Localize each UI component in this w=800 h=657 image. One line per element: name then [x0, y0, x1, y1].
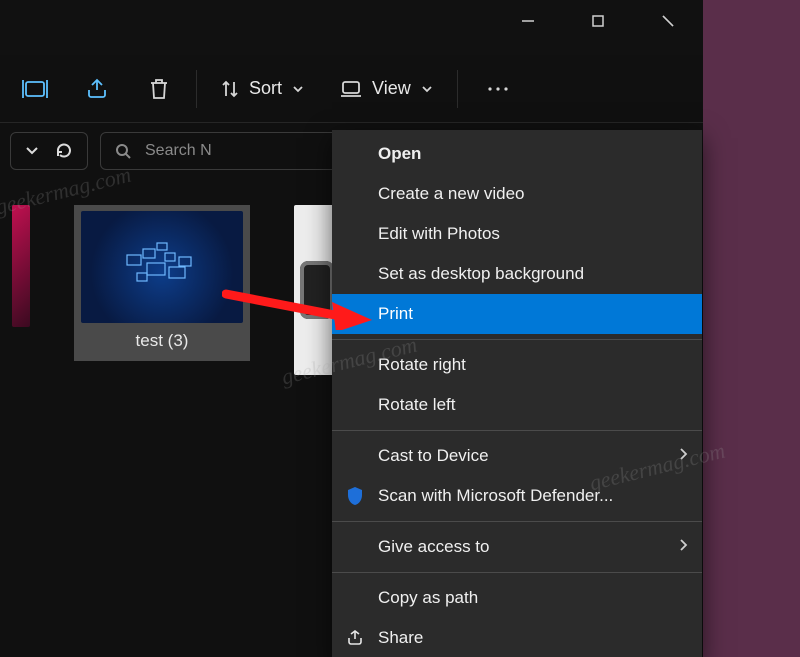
thumbnail-partial-left[interactable]: [12, 205, 30, 327]
context-menu: Open Create a new video Edit with Photos…: [332, 130, 702, 657]
refresh-icon[interactable]: [55, 142, 73, 160]
window-titlebar: [0, 0, 703, 55]
more-button[interactable]: [466, 65, 530, 113]
toolbar: Sort View: [0, 55, 703, 123]
maximize-button[interactable]: [563, 0, 633, 42]
menu-create-video[interactable]: Create a new video: [332, 174, 702, 214]
menu-give-access[interactable]: Give access to: [332, 527, 702, 567]
menu-cast[interactable]: Cast to Device: [332, 436, 702, 476]
search-icon: [115, 143, 131, 159]
thumbnail-label: test (3): [136, 331, 189, 351]
watch-icon: [300, 261, 334, 319]
menu-print[interactable]: Print: [332, 294, 702, 334]
chevron-right-icon: [679, 446, 688, 466]
menu-separator: [332, 521, 702, 522]
menu-copy-path[interactable]: Copy as path: [332, 578, 702, 618]
chevron-right-icon: [679, 537, 688, 557]
toolbar-separator: [196, 70, 197, 108]
close-button[interactable]: [633, 0, 703, 42]
menu-defender[interactable]: Scan with Microsoft Defender...: [332, 476, 702, 516]
chevron-down-icon: [25, 145, 39, 157]
share-icon[interactable]: [68, 65, 126, 113]
menu-separator: [332, 572, 702, 573]
menu-set-desktop[interactable]: Set as desktop background: [332, 254, 702, 294]
rename-icon[interactable]: [6, 65, 64, 113]
view-label: View: [372, 78, 411, 99]
menu-open[interactable]: Open: [332, 134, 702, 174]
menu-rotate-right[interactable]: Rotate right: [332, 345, 702, 385]
sort-dropdown[interactable]: Sort: [205, 65, 320, 113]
chevron-down-icon: [292, 84, 304, 94]
thumbnail-image: [81, 211, 243, 323]
chevron-down-icon: [421, 84, 433, 94]
view-dropdown[interactable]: View: [324, 65, 449, 113]
menu-separator: [332, 339, 702, 340]
minimize-button[interactable]: [493, 0, 563, 42]
delete-icon[interactable]: [130, 65, 188, 113]
sort-label: Sort: [249, 78, 282, 99]
ellipsis-icon: [486, 85, 510, 93]
search-placeholder: Search N: [145, 142, 212, 160]
share-icon: [344, 627, 366, 649]
shield-icon: [344, 485, 366, 507]
thumbnail-selected[interactable]: test (3): [74, 205, 250, 361]
menu-edit-photos[interactable]: Edit with Photos: [332, 214, 702, 254]
nav-history-pill[interactable]: [10, 132, 88, 170]
toolbar-separator: [457, 70, 458, 108]
menu-separator: [332, 430, 702, 431]
menu-share[interactable]: Share: [332, 618, 702, 657]
menu-rotate-left[interactable]: Rotate left: [332, 385, 702, 425]
